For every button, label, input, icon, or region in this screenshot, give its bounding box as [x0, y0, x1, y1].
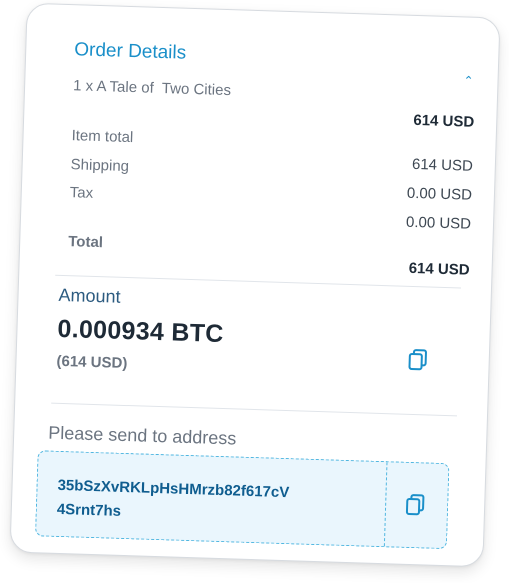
chevron-up-icon[interactable]: ⌃ [463, 73, 473, 87]
amount-btc: 0.000934 BTC [57, 314, 225, 349]
tax-value: 0.00 USD [405, 213, 472, 233]
divider [51, 402, 458, 417]
payment-widget-stage: Order Details ⌃ 1 x A Tale of Two Cities… [0, 0, 509, 583]
payment-card: Order Details ⌃ 1 x A Tale of Two Cities… [9, 2, 501, 568]
item-total-value: 614 USD [411, 155, 474, 175]
order-item-description: 1 x A Tale of Two Cities [72, 77, 232, 100]
total-value: 614 USD [408, 259, 470, 279]
order-item-price: 614 USD [413, 111, 475, 131]
wallet-address[interactable]: 35bSzXvRKLpHsHMrzb82f617cV 4Srnt7hs [56, 474, 357, 531]
copy-address-button[interactable] [402, 491, 431, 520]
shipping-value: 0.00 USD [406, 184, 473, 204]
copy-icon [405, 494, 425, 516]
address-box[interactable]: 35bSzXvRKLpHsHMrzb82f617cV 4Srnt7hs [35, 450, 450, 550]
total-label: Total [68, 233, 104, 252]
shipping-label: Shipping [70, 156, 130, 175]
copy-icon [408, 349, 427, 371]
amount-usd: (614 USD) [56, 352, 128, 373]
send-to-address-label: Please send to address [47, 422, 237, 449]
address-separator [383, 462, 388, 547]
order-details-title: Order Details [73, 39, 187, 64]
tax-label: Tax [69, 184, 94, 202]
copy-amount-button[interactable] [404, 346, 433, 375]
amount-label: Amount [58, 284, 121, 307]
item-total-label: Item total [71, 127, 134, 147]
